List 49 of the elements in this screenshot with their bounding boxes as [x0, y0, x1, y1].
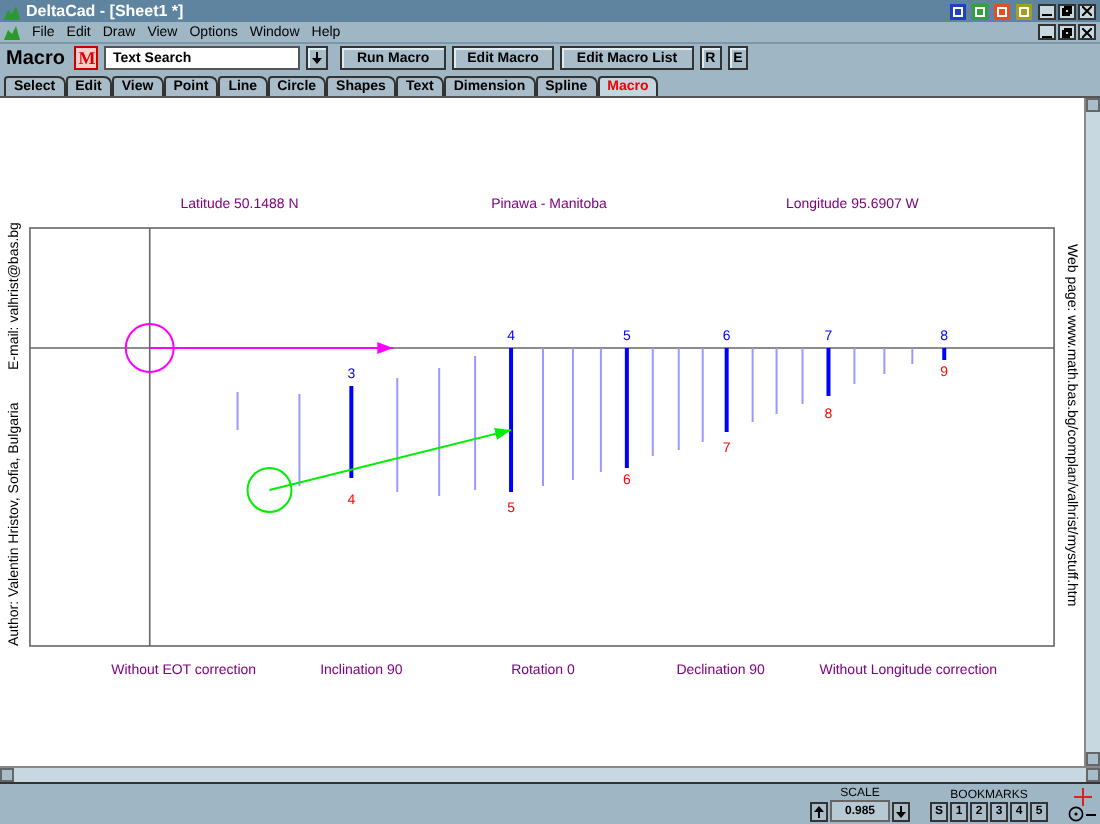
- hour-line: [571, 347, 574, 481]
- window-title: DeltaCad - [Sheet1 *]: [26, 2, 186, 20]
- hour-line: [474, 355, 477, 491]
- restore-button[interactable]: [1058, 24, 1076, 40]
- hour-line: [677, 347, 680, 451]
- hour-line: [853, 347, 856, 385]
- close-icon: [1082, 6, 1092, 16]
- toolbar-label: Macro: [6, 47, 65, 69]
- down-arrow-icon: [312, 52, 323, 64]
- dropdown-button[interactable]: [306, 46, 329, 70]
- hour-line: [236, 391, 239, 431]
- vertical-scrollbar[interactable]: [1084, 98, 1100, 766]
- hour-line: [349, 386, 354, 478]
- hour-line: [826, 348, 831, 396]
- scale-down-button[interactable]: [892, 801, 910, 821]
- hour-line: [509, 348, 514, 492]
- restore-icon: [1062, 27, 1072, 37]
- app-icon: [4, 3, 20, 19]
- hour-line: [599, 347, 602, 473]
- hour-line: [775, 347, 778, 415]
- crosshair-icon: [1073, 788, 1091, 806]
- hour-line: [396, 377, 399, 493]
- hour-line: [298, 393, 301, 487]
- up-arrow-icon: [814, 805, 824, 817]
- hour-line: [701, 347, 704, 443]
- close-button[interactable]: [1078, 3, 1096, 19]
- hour-line: [438, 367, 441, 497]
- restore-icon: [1062, 6, 1072, 16]
- hour-line: [624, 348, 629, 468]
- circle-shape: [124, 323, 175, 373]
- macro-icon[interactable]: M: [74, 46, 99, 70]
- restore-button[interactable]: [1058, 3, 1076, 19]
- hour-line: [542, 347, 544, 487]
- hour-line: [801, 347, 804, 405]
- circle-shape: [246, 467, 293, 513]
- close-button[interactable]: [1078, 24, 1096, 40]
- hour-line: [911, 347, 914, 365]
- minimize-button[interactable]: [1038, 24, 1056, 40]
- minimize-button[interactable]: [1038, 3, 1056, 19]
- target-icon[interactable]: [1068, 806, 1084, 822]
- hour-line: [883, 347, 886, 375]
- hour-line: [651, 347, 654, 457]
- hour-line: [751, 347, 754, 423]
- close-icon: [1082, 27, 1092, 37]
- down-arrow-icon: [896, 805, 906, 817]
- horizontal-scrollbar[interactable]: [0, 766, 1100, 784]
- hour-line: [942, 348, 947, 360]
- hour-line: [724, 348, 729, 432]
- scale-up-button[interactable]: [810, 801, 828, 821]
